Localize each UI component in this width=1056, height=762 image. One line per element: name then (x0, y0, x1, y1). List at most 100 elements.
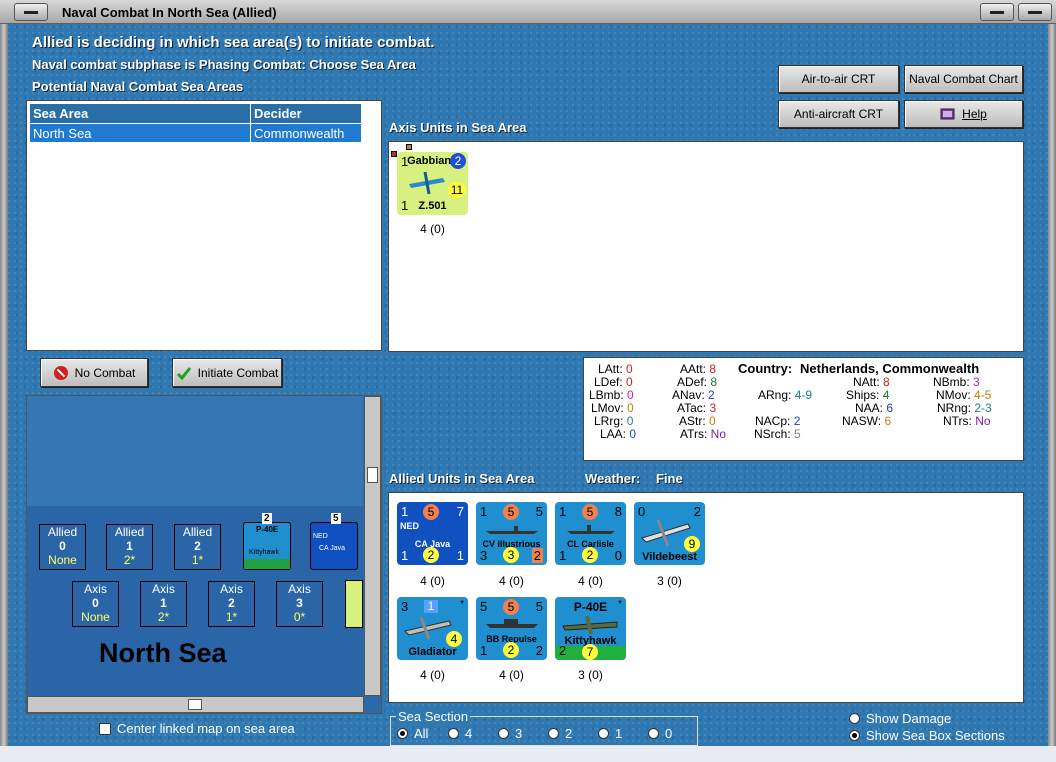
map-axis-box-1[interactable]: Axis 1 2* (140, 581, 187, 627)
section-radio-2[interactable] (548, 728, 559, 739)
map-stack-aircraft[interactable]: 2 P-40E Kittyhawk (243, 513, 291, 570)
title-bar: Naval Combat In North Sea (Allied) (0, 0, 1056, 24)
mini-unit-model: P-40E (256, 525, 279, 534)
allied-unit-counter[interactable]: 555 BB Repulse 122 (476, 597, 547, 660)
marker-icon (406, 144, 412, 150)
left-frame (0, 24, 8, 762)
unit-stats-panel: LAtt: 0 LDef: 0 LBmb: 0 LMov: 0 LRrg: 0 … (583, 357, 1024, 461)
section-option-label: 3 (515, 726, 523, 741)
table-row[interactable]: North Sea Commonwealth (29, 123, 362, 143)
section-option-label: 1 (615, 726, 623, 741)
axis-unit-counter[interactable]: 1 Gabbiano 2 11 1 Z.501 (397, 152, 468, 215)
col-decider: Decider (250, 103, 362, 124)
cell-sea-area: North Sea (29, 123, 251, 143)
seaplane-icon (409, 171, 445, 195)
carrier-icon (486, 526, 538, 534)
status-heading: Allied is deciding in which sea area(s) … (32, 34, 435, 51)
section-radio-4[interactable] (448, 728, 459, 739)
weather-value: Fine (656, 471, 683, 486)
allied-units-label: Allied Units in Sea Area (389, 471, 535, 486)
col-sea-area: Sea Area (29, 103, 251, 124)
no-combat-label: No Combat (74, 365, 136, 380)
map-axis-box-3[interactable]: Axis 3 0* (276, 581, 323, 627)
map-allied-box-1[interactable]: Allied 1 2* (106, 524, 153, 570)
allied-unit-counter[interactable]: P-40E * Kittyhawk 27 (555, 597, 626, 660)
unit-count: 4 (0) (420, 222, 445, 236)
map-axis-box-2[interactable]: Axis 2 1* (208, 581, 255, 627)
linked-map[interactable]: Allied 0 None Allied 1 2* Allied 2 1* 2 P-40E … (26, 395, 382, 714)
window-title: Naval Combat In North Sea (Allied) (62, 5, 277, 20)
mini-unit-name: CA Java (319, 545, 346, 552)
maximize-button[interactable] (1018, 3, 1052, 21)
show-sections-label: Show Sea Box Sections (866, 728, 1005, 743)
section-radio-0[interactable] (648, 728, 659, 739)
sea-area-table: Sea Area Decider North Sea Commonwealth (29, 103, 362, 143)
help-label: Help (962, 107, 987, 121)
naval-combat-chart-label: Naval Combat Chart (909, 72, 1018, 86)
show-damage-radio[interactable] (849, 713, 860, 724)
section-radio-all[interactable] (397, 728, 408, 739)
no-entry-icon (53, 365, 68, 380)
allied-unit-counter[interactable]: 155 CV Illustrious 332 (476, 502, 547, 565)
unit-id: Z.501 (418, 200, 447, 212)
map-stack-ships[interactable]: 5 NED CA Java (310, 513, 358, 570)
minimize-button[interactable] (980, 3, 1014, 21)
checkmark-icon (176, 366, 191, 380)
battleship-icon (486, 619, 538, 628)
unit-count: 4 (0) (420, 574, 445, 588)
map-sea-top (27, 396, 363, 506)
mini-unit-name: Kittyhawk (249, 549, 279, 556)
initiate-combat-button[interactable]: Initiate Combat (172, 358, 282, 387)
allied-unit-counter[interactable]: 02 9 Vildebeest (634, 502, 705, 565)
allied-unit-counter[interactable]: 158 CL Carlisle 120 (555, 502, 626, 565)
stack-count: 5 (331, 513, 341, 524)
stack-count: 2 (262, 513, 272, 524)
mini-unit-tag: NED (313, 533, 328, 540)
section-radio-1[interactable] (598, 728, 609, 739)
taskbar (0, 746, 1056, 762)
center-map-label: Center linked map on sea area (117, 721, 295, 736)
map-axis-box-0[interactable]: Axis 0 None (72, 581, 119, 627)
map-vertical-scrollbar[interactable] (364, 396, 381, 696)
help-button[interactable]: Help (904, 100, 1023, 128)
map-allied-box-0[interactable]: Allied 0 None (39, 524, 86, 570)
allied-units-panel: 157 NED CA Java 121 4 (0) 155 CV Illustr… (388, 492, 1024, 703)
sea-section-title: Sea Section (396, 709, 471, 724)
unit-value: 2 (450, 153, 466, 169)
unit-value: 11 (448, 182, 466, 198)
scroll-thumb[interactable] (188, 699, 202, 710)
naval-combat-window: Naval Combat In North Sea (Allied) Allie… (0, 0, 1056, 762)
cruiser-icon (567, 525, 615, 534)
section-radio-3[interactable] (498, 728, 509, 739)
system-menu-button[interactable] (14, 3, 48, 21)
axis-units-label: Axis Units in Sea Area (389, 120, 527, 135)
weather-label: Weather: (585, 471, 641, 486)
show-damage-label: Show Damage (866, 711, 952, 726)
naval-combat-chart-button[interactable]: Naval Combat Chart (904, 65, 1023, 93)
air-to-air-crt-button[interactable]: Air-to-air CRT (778, 65, 899, 93)
show-sections-radio[interactable] (849, 730, 860, 741)
scroll-thumb[interactable] (367, 467, 378, 483)
anti-aircraft-label: Anti-aircraft CRT (793, 107, 884, 121)
section-option-label: 4 (465, 726, 473, 741)
fighter-plane-icon (562, 615, 618, 635)
unit-count: 4 (0) (420, 668, 445, 682)
allied-unit-counter[interactable]: 3 1 * 4 Gladiator (397, 597, 468, 660)
sea-area-name: North Sea (99, 638, 227, 668)
map-axis-stack[interactable] (345, 580, 363, 628)
unit-count: 4 (0) (499, 574, 524, 588)
no-combat-button[interactable]: No Combat (40, 358, 148, 387)
map-allied-box-2[interactable]: Allied 2 1* (174, 524, 221, 570)
allied-unit-counter[interactable]: 157 NED CA Java 121 (397, 502, 468, 565)
unit-count: 3 (0) (578, 668, 603, 682)
center-map-checkbox[interactable] (99, 723, 111, 735)
potential-areas-label: Potential Naval Combat Sea Areas (32, 79, 244, 94)
book-icon (940, 108, 955, 120)
section-option-label: 0 (665, 726, 673, 741)
section-option-label: All (414, 726, 429, 741)
right-frame (1048, 24, 1056, 762)
map-horizontal-scrollbar[interactable] (27, 696, 364, 713)
unit-count: 4 (0) (499, 668, 524, 682)
subphase-text: Naval combat subphase is Phasing Combat:… (32, 57, 416, 72)
anti-aircraft-crt-button[interactable]: Anti-aircraft CRT (778, 100, 899, 128)
